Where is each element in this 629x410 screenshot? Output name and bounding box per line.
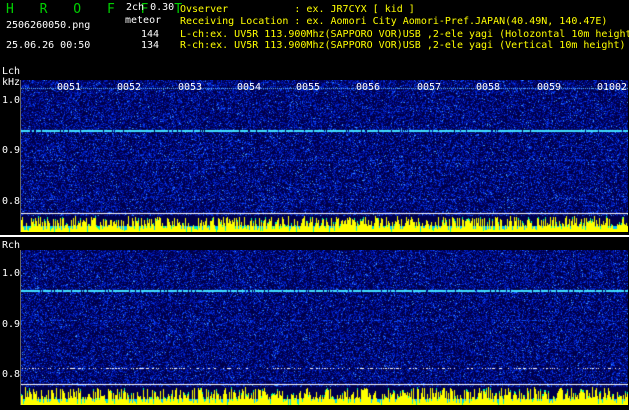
rch-info-line: R-ch:ex. UV5R 113.900Mhz(SAPPORO VOR)USB… (180, 40, 626, 51)
time-label: 0057 (417, 82, 442, 93)
meteor-label: meteor (125, 15, 162, 26)
channel-separator (0, 235, 629, 237)
rch-meteor-count: 134 (140, 40, 159, 51)
time-label: 0053 (178, 82, 203, 93)
time-label: 0100 (597, 82, 622, 93)
lch-meteor-count: 144 (140, 29, 159, 40)
time-label: 2 (621, 82, 628, 93)
time-label: 0056 (356, 82, 381, 93)
rch-label: Rch (2, 240, 21, 251)
rch-tick-0-8: 0.8 (2, 369, 21, 380)
observer-line: Ovserver : ex. JR7CYX [ kid ] (180, 4, 415, 15)
time-label: 0052 (117, 82, 142, 93)
time-label: 0058 (476, 82, 501, 93)
lch-spectrogram (21, 80, 628, 232)
lch-tick-1-0: 1.0 (2, 95, 21, 106)
time-label: 0054 (237, 82, 262, 93)
rch-tick-1-0: 1.0 (2, 268, 21, 279)
rch-spectrogram (21, 250, 628, 405)
location-line: Receiving Location : ex. Aomori City Aom… (180, 16, 608, 27)
lch-tick-0-9: 0.9 (2, 145, 21, 156)
rch-tick-0-9: 0.9 (2, 319, 21, 330)
datetime: 25.06.26 00:50 (6, 40, 91, 51)
time-label: 0059 (537, 82, 562, 93)
lch-info-line: L-ch:ex. UV5R 113.900Mhz(SAPPORO VOR)USB… (180, 29, 629, 40)
mode-label: 2ch 0.30 (126, 2, 175, 13)
time-label: 0055 (296, 82, 321, 93)
lch-label: Lch (2, 66, 21, 77)
lch-unit: kHz (2, 77, 21, 88)
filename: 2506260050.png (6, 20, 91, 31)
lch-tick-0-8: 0.8 (2, 196, 21, 207)
time-label: 0051 (57, 82, 82, 93)
